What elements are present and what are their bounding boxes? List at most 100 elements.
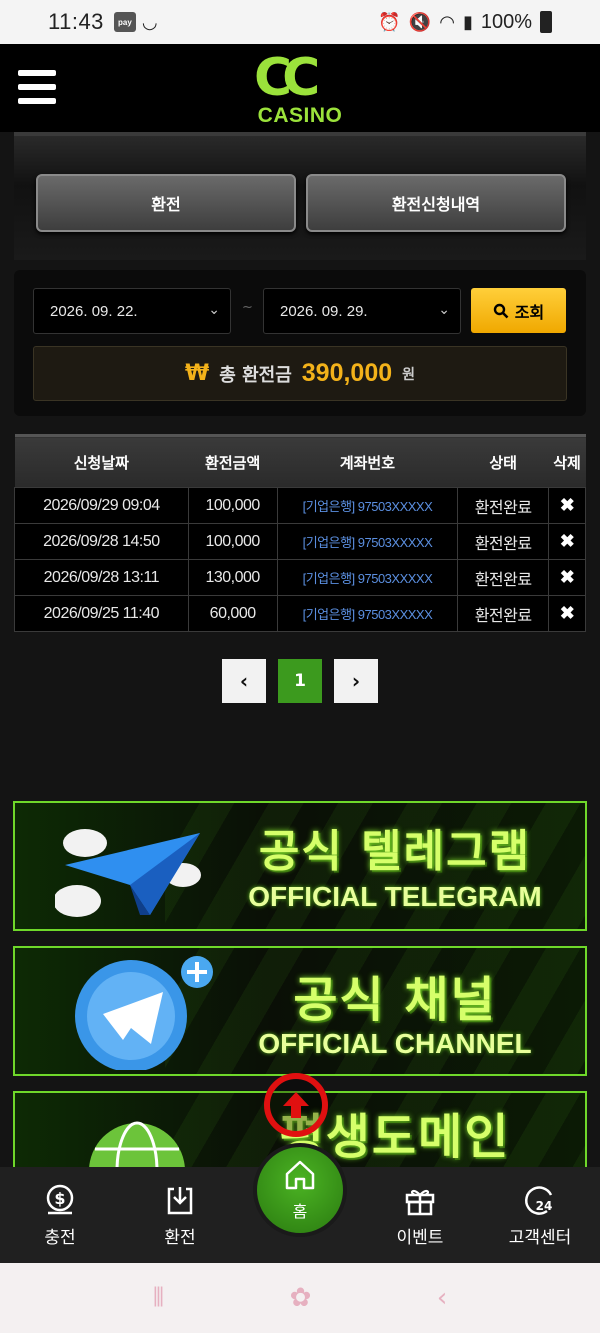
total-label: 총 환전금 (219, 364, 292, 386)
nav-label: 충전 (44, 1227, 76, 1248)
nav-label: 이벤트 (396, 1227, 444, 1248)
table-row: 2026/09/28 14:50 100,000 [기업은행] 97503XXX… (14, 523, 586, 560)
home-icon (285, 1160, 315, 1190)
chevron-down-icon: ⌄ (438, 301, 450, 317)
row-status: 환전완료 (457, 559, 550, 596)
telegram-icon (75, 956, 213, 1070)
alarm-icon: ⏰ (378, 11, 401, 32)
table-header-row: 신청날짜 환전금액 계좌번호 상태 삭제 (14, 434, 586, 488)
exchange-history-table: 신청날짜 환전금액 계좌번호 상태 삭제 2026/09/29 09:04 10… (14, 434, 586, 632)
nav-deposit[interactable]: $ 충전 (0, 1167, 120, 1263)
delete-icon[interactable]: ✖ (548, 559, 586, 596)
banner-title-ko: 공식 텔레그램 (258, 826, 532, 877)
tab-exchange-history[interactable]: 환전신청내역 (306, 174, 566, 232)
row-account: [기업은행] 97503XXXXX (276, 523, 459, 560)
banner-title-en: OFFICIAL TELEGRAM (248, 881, 542, 912)
wifi-icon: ◠ (439, 11, 455, 32)
delete-icon[interactable]: ✖ (548, 487, 586, 524)
battery-percent: 100% (480, 10, 532, 33)
total-amount: 390,000 (301, 359, 393, 387)
svg-text:24: 24 (536, 1199, 553, 1213)
end-date-select[interactable]: 2026. 09. 29. ⌄ (263, 288, 461, 334)
pagination: ‹ 1 › (0, 659, 600, 703)
system-nav: ⦀ ✿ ‹ (0, 1263, 600, 1333)
row-status: 환전완료 (457, 595, 550, 632)
pay-icon: pay (113, 12, 136, 32)
back-icon[interactable]: ‹ (437, 1283, 447, 1313)
recent-apps-icon[interactable]: ⦀ (153, 1283, 164, 1314)
end-date-value: 2026. 09. 29. (280, 302, 368, 320)
row-date: 2026/09/29 09:04 (14, 487, 189, 524)
app-header: CC CASINO (0, 44, 600, 132)
casino-logo[interactable]: CC CASINO (248, 48, 352, 130)
telegram-banner[interactable]: 공식 텔레그램 OFFICIAL TELEGRAM (13, 801, 587, 931)
col-account: 계좌번호 (277, 434, 458, 488)
banner-title-en: OFFICIAL CHANNEL (258, 1028, 532, 1059)
nav-label: 환전 (164, 1227, 196, 1248)
nav-event[interactable]: 이벤트 (360, 1167, 480, 1263)
delete-icon[interactable]: ✖ (548, 595, 586, 632)
row-amount: 130,000 (187, 559, 278, 596)
status-time: 11:43 (48, 9, 104, 34)
channel-banner[interactable]: 공식 채널 OFFICIAL CHANNEL (13, 946, 587, 1076)
scroll-top-button[interactable] (264, 1073, 328, 1137)
page-1-button[interactable]: 1 (278, 659, 322, 703)
row-date: 2026/09/28 14:50 (14, 523, 189, 560)
row-status: 환전완료 (457, 487, 550, 524)
logo-mark: CC (254, 48, 320, 108)
date-separator: ~ (242, 300, 253, 315)
svg-text:$: $ (54, 1189, 65, 1208)
gift-icon (405, 1189, 435, 1215)
won-icon: ₩ (184, 361, 210, 386)
arrow-up-icon (283, 1092, 309, 1118)
support-24-icon: 24 (525, 1185, 553, 1215)
paper-plane-icon (55, 829, 201, 917)
start-date-select[interactable]: 2026. 09. 22. ⌄ (33, 288, 231, 334)
dollar-coin-icon: $ (46, 1184, 74, 1214)
globe-icon (89, 1121, 185, 1167)
col-status: 상태 (457, 434, 549, 488)
table-row: 2026/09/29 09:04 100,000 [기업은행] 97503XXX… (14, 487, 586, 524)
row-date: 2026/09/28 13:11 (14, 559, 189, 596)
total-exchange-bar: ₩ 총 환전금 390,000 원 (33, 346, 567, 401)
main-content: 환전 환전신청내역 2026. 09. 22. ⌄ ~ 2026. 09. 29… (0, 132, 600, 1167)
col-delete: 삭제 (548, 434, 586, 488)
tab-exchange[interactable]: 환전 (36, 174, 296, 232)
search-panel: 2026. 09. 22. ⌄ ~ 2026. 09. 29. ⌄ 조회 ₩ 총… (14, 270, 586, 416)
table-row: 2026/09/25 11:40 60,000 [기업은행] 97503XXXX… (14, 595, 586, 632)
row-date: 2026/09/25 11:40 (14, 595, 189, 632)
table-row: 2026/09/28 13:11 130,000 [기업은행] 97503XXX… (14, 559, 586, 596)
row-amount: 60,000 (187, 595, 278, 632)
delete-icon[interactable]: ✖ (548, 523, 586, 560)
search-button[interactable]: 조회 (471, 288, 566, 333)
nav-home[interactable]: 홈 (253, 1143, 347, 1237)
chevron-down-icon: ⌄ (208, 301, 220, 317)
menu-icon[interactable] (18, 70, 56, 104)
nav-label: 홈 (292, 1202, 308, 1221)
battery-icon (540, 11, 552, 33)
nav-support[interactable]: 24 고객센터 (480, 1167, 600, 1263)
nav-label: 고객센터 (508, 1227, 572, 1248)
logo-text: CASINO (257, 104, 343, 127)
start-date-value: 2026. 09. 22. (50, 302, 138, 320)
prev-page-button[interactable]: ‹ (222, 659, 266, 703)
total-unit: 원 (402, 366, 416, 383)
search-icon (493, 303, 509, 318)
next-page-button[interactable]: › (334, 659, 378, 703)
row-account: [기업은행] 97503XXXXX (276, 487, 459, 524)
mute-icon: 🔇 (408, 11, 432, 32)
col-date: 신청날짜 (14, 434, 189, 488)
home-flower-icon[interactable]: ✿ (290, 1283, 312, 1313)
row-account: [기업은행] 97503XXXXX (276, 595, 459, 632)
row-account: [기업은행] 97503XXXXX (276, 559, 459, 596)
row-status: 환전완료 (457, 523, 550, 560)
row-amount: 100,000 (187, 523, 278, 560)
nav-withdraw[interactable]: 환전 (120, 1167, 240, 1263)
status-icons: ⏰ 🔇 ◠ ▮ 100% (378, 11, 552, 34)
search-button-label: 조회 (514, 302, 545, 322)
download-icon (167, 1186, 193, 1214)
row-amount: 100,000 (187, 487, 278, 524)
bowl-icon: ◡ (141, 11, 158, 32)
signal-icon: ▮ (462, 11, 473, 32)
col-amount: 환전금액 (188, 434, 278, 488)
